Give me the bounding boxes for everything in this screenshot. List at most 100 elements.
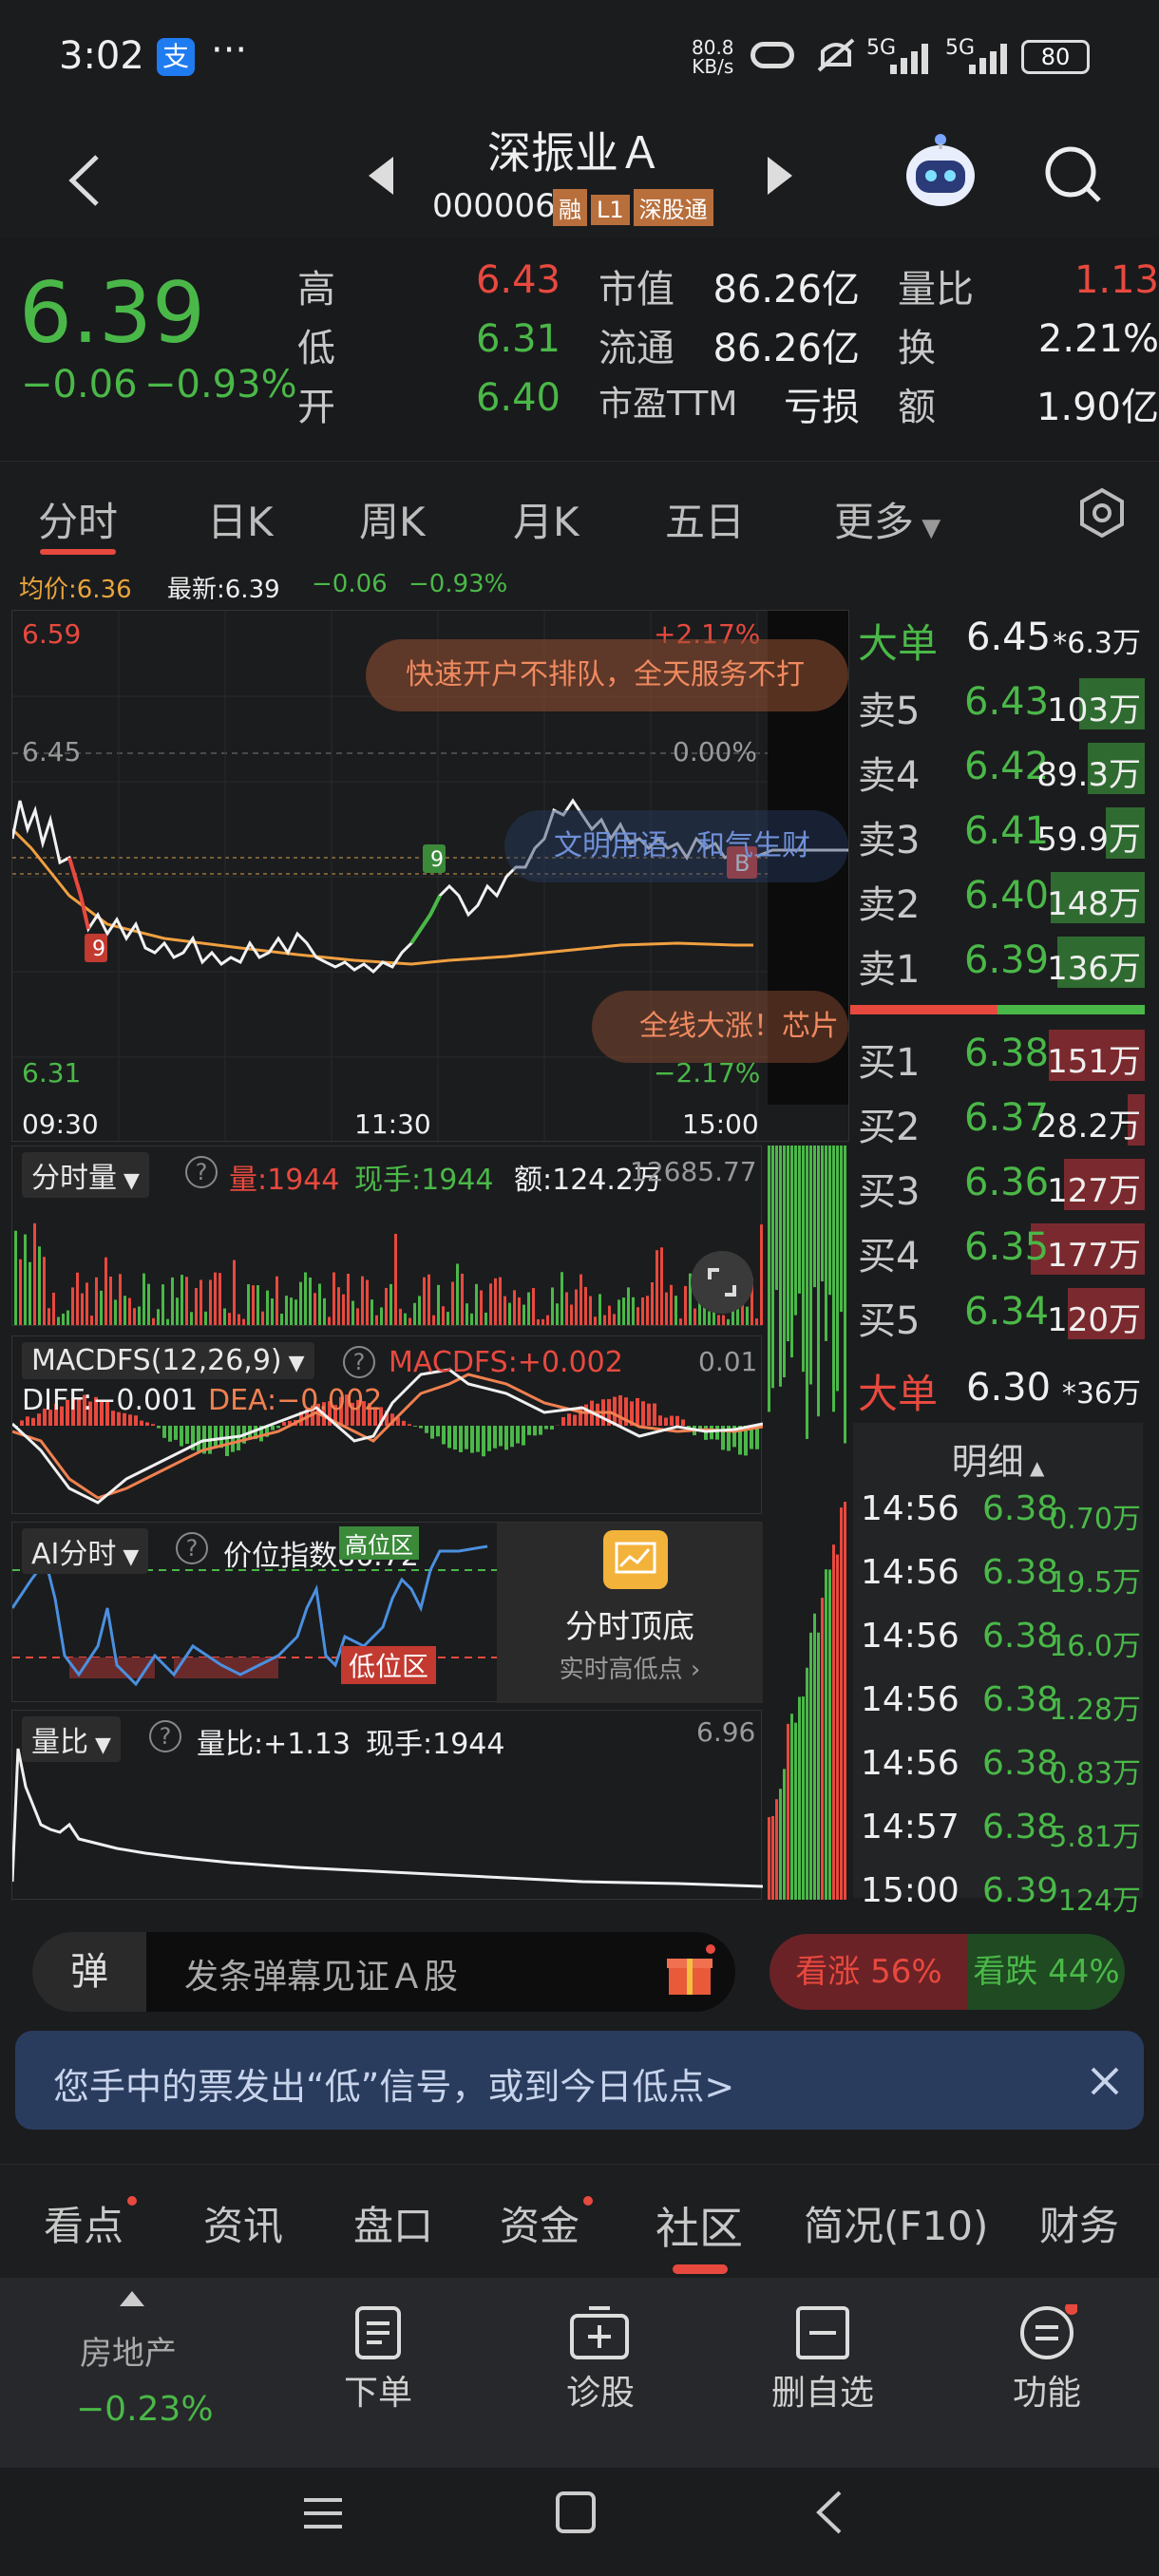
price-change: −0.06 (21, 363, 138, 407)
ask-row[interactable]: 卖4 6.42 89.3万 (850, 737, 1145, 798)
volume-bar (195, 1287, 198, 1325)
volume-ratio-panel[interactable]: 量比 ▼ ? 量比:+1.13 现手:1944 6.96 (11, 1710, 763, 1900)
bid-row[interactable]: 买3 6.36 127万 (850, 1153, 1145, 1214)
tab-community[interactable]: 社区 (656, 2194, 743, 2257)
tab-handicap[interactable]: 盘口 (353, 2194, 433, 2252)
tab-five-day[interactable]: 五日 (665, 490, 745, 548)
strip-bar (821, 1598, 824, 1900)
ask-row[interactable]: 卖5 6.43 103万 (850, 672, 1145, 733)
macd-bar (271, 1426, 275, 1430)
fullscreen-icon[interactable] (691, 1251, 753, 1314)
bid-row[interactable]: 买2 6.37 28.2万 (850, 1089, 1145, 1149)
status-bar: 3:02 支 ··· 80.8 KB/s 5G 5G 80 (0, 0, 1159, 119)
tab-weekly-k[interactable]: 周K (359, 490, 426, 548)
tab-more[interactable]: 更多 ▼ (834, 490, 940, 548)
help-icon[interactable]: ? (149, 1720, 181, 1752)
ai-panel[interactable]: AI分时 ▼ ? 价位指数86.72 高位区 低位区 分时顶底 实时高低点 › (11, 1522, 763, 1703)
intraday-top-bottom-promo[interactable]: 分时顶底 实时高低点 › (497, 1523, 763, 1703)
signal-notice[interactable]: 您手中的票发出“低”信号，或到今日低点> (15, 2031, 1144, 2130)
danmu-input[interactable]: 发条弹幕见证Ａ股 (184, 1949, 458, 1998)
volume-bar (570, 1304, 573, 1325)
tab-overview[interactable]: 简况(F10) (804, 2194, 988, 2252)
volume-bar (608, 1305, 611, 1325)
gift-icon[interactable] (663, 1943, 716, 2000)
prev-stock-button[interactable] (363, 147, 401, 204)
macd-bar (510, 1426, 514, 1448)
strip-bar (806, 1146, 808, 1439)
volume-bar (114, 1299, 117, 1325)
tab-finance[interactable]: 财务 (1039, 2194, 1119, 2252)
volume-bar (356, 1308, 359, 1325)
volume-bar (456, 1263, 459, 1325)
back-nav-icon[interactable] (811, 2489, 849, 2536)
current-price: 6.39 (19, 264, 205, 362)
search-icon[interactable] (1040, 138, 1107, 214)
macd-bar (476, 1426, 480, 1452)
ai-indicator-selector[interactable]: AI分时 ▼ (22, 1528, 149, 1574)
volume-bar (556, 1303, 559, 1325)
details-title[interactable]: 明细 ▲ (853, 1432, 1143, 1485)
settings-hex-icon[interactable] (1074, 484, 1130, 541)
tab-capital[interactable]: 资金 (500, 2194, 580, 2252)
bid-row[interactable]: 买1 6.38 151万 (850, 1024, 1145, 1085)
danmu-toggle-button[interactable]: 弹 (32, 1932, 146, 2012)
diagnose-stock-button[interactable]: 诊股 (543, 2365, 657, 2415)
volume-bar (223, 1308, 226, 1325)
chevron-down-icon: ▼ (117, 1169, 140, 1193)
macd-panel[interactable]: MACDFS(12,26,9) ▼ ? MACDFS:+0.002 DIFF:−… (11, 1335, 763, 1514)
volume-bar (133, 1308, 136, 1325)
strip-bar (821, 1146, 824, 1281)
volume-bar (437, 1284, 440, 1325)
macd-bar (442, 1426, 446, 1445)
help-icon[interactable]: ? (343, 1346, 375, 1378)
help-icon[interactable]: ? (176, 1532, 208, 1564)
ask-row[interactable]: 卖1 6.39 136万 (850, 931, 1145, 992)
tab-highlights[interactable]: 看点 (44, 2194, 124, 2252)
trade-detail-row: 14:56 6.38 0.70万 (861, 1482, 1141, 1539)
volume-indicator-selector[interactable]: 分时量 ▼ (22, 1152, 149, 1198)
volume-hand: 现手:1944 (354, 1164, 494, 1197)
volume-bar (755, 1318, 758, 1325)
ask-volume: 103万 (1047, 691, 1141, 729)
remove-watchlist-button[interactable]: 删自选 (760, 2365, 885, 2415)
price-chart[interactable]: 9 9 B 6.59 +2.17% 6.45 0.00% 6.31 −2.17%… (11, 610, 849, 1143)
back-button[interactable] (57, 147, 114, 214)
next-stock-button[interactable] (760, 147, 798, 204)
sector-name[interactable]: 房地产 (80, 2327, 177, 2374)
volume-panel[interactable]: 分时量 ▼ ? 量:1944 现手:1944 额:124.2万 12685.77 (11, 1146, 763, 1326)
trade-details[interactable]: 明细 ▲ 14:56 6.38 0.70万 14:56 6.38 19.5万 14:56 6.… (853, 1423, 1143, 1918)
bid-row[interactable]: 买4 6.35 177万 (850, 1218, 1145, 1279)
macd-max: 0.01 (698, 1346, 758, 1377)
function-button[interactable]: 功能 (990, 2365, 1104, 2415)
tab-daily-k[interactable]: 日K (207, 490, 274, 548)
home-icon[interactable] (555, 2491, 597, 2534)
help-icon[interactable]: ? (185, 1156, 218, 1188)
volume-bar (119, 1274, 122, 1325)
ask-row[interactable]: 卖3 6.41 59.9万 (850, 802, 1145, 862)
low-zone-tag: 低位区 (341, 1646, 437, 1684)
vote-up-button[interactable]: 看涨 56% (770, 1934, 968, 2010)
volume-bar (674, 1296, 677, 1325)
bid-row[interactable]: 买5 6.34 120万 (850, 1282, 1145, 1343)
volume-bar (352, 1300, 354, 1325)
ratio-indicator-selector[interactable]: 量比 ▼ (22, 1716, 121, 1762)
tab-monthly-k[interactable]: 月K (513, 490, 580, 548)
volume-bar (318, 1283, 321, 1325)
ask-row[interactable]: 卖2 6.40 148万 (850, 866, 1145, 927)
strip-bar (828, 1146, 831, 1296)
menu-icon[interactable] (302, 2492, 344, 2534)
close-icon[interactable] (1089, 2065, 1121, 2097)
bid-level-label: 买3 (858, 1170, 921, 1214)
tab-intraday[interactable]: 分时 (38, 490, 118, 548)
macd-indicator-selector[interactable]: MACDFS(12,26,9) ▼ (22, 1342, 314, 1379)
tab-news[interactable]: 资讯 (203, 2194, 283, 2252)
volume-bar (147, 1283, 150, 1325)
place-order-button[interactable]: 下单 (321, 2365, 435, 2415)
macd-bar (180, 1426, 183, 1447)
volume-bar (323, 1297, 326, 1325)
macd-bar (653, 1403, 656, 1426)
sentiment-vote[interactable]: 看涨 56% 看跌 44% (770, 1934, 1125, 2010)
robot-assistant-icon[interactable] (902, 128, 978, 214)
vote-down-button[interactable]: 看跌 44% (968, 1934, 1125, 2010)
macd-bar (174, 1426, 178, 1440)
